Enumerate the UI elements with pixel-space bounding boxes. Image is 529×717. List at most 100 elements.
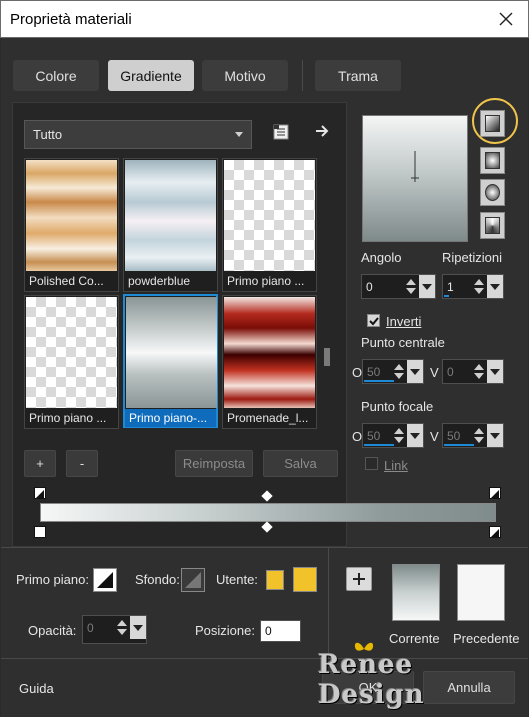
save-gradient-button[interactable]: Salva (263, 450, 338, 477)
category-value: Tutto (33, 127, 63, 142)
tab-motivo[interactable]: Motivo (202, 60, 288, 91)
center-o-label: O (352, 365, 363, 380)
spinner-arrows-icon[interactable] (473, 277, 485, 296)
dropdown-arrow-icon[interactable] (487, 360, 503, 383)
tab-colore[interactable]: Colore (13, 60, 99, 91)
user-label: Utente: (216, 572, 258, 587)
rectangular-gradient-style-icon[interactable] (480, 147, 505, 174)
gradient-thumb[interactable]: Primo piano ... (222, 158, 317, 292)
selection-highlight (472, 98, 518, 144)
opacity-input[interactable]: 0 (82, 615, 147, 644)
gradient-thumb-label: Promenade_l... (227, 411, 309, 425)
spinner-arrows-icon[interactable] (473, 426, 485, 445)
watermark-logo: Renee Design (318, 650, 425, 710)
angle-input[interactable]: 0 (361, 274, 436, 299)
gradient-swatch (125, 160, 216, 271)
fg-stop-icon (36, 490, 44, 498)
spinner-arrows-icon[interactable] (116, 618, 128, 637)
add-gradient-button[interactable]: + (24, 450, 56, 477)
top-left-stop-marker[interactable] (34, 487, 46, 499)
close-icon[interactable] (492, 5, 520, 33)
fg-triangle-icon (97, 572, 113, 588)
center-h-level-bar (364, 380, 394, 382)
scrollbar-thumb[interactable] (324, 348, 330, 366)
link-checkbox[interactable] (365, 457, 378, 470)
user-color-swatch[interactable] (293, 567, 317, 592)
gradient-preview[interactable] (362, 115, 468, 242)
dropdown-arrow-icon[interactable] (487, 275, 503, 298)
tab-divider (302, 60, 303, 91)
invert-label[interactable]: Inverti (386, 314, 421, 329)
position-input[interactable]: 0 (260, 620, 301, 642)
gradient-thumb-label: powderblue (128, 274, 191, 288)
gradient-swatch (126, 297, 217, 408)
foreground-label: Primo piano: (16, 572, 89, 587)
gradient-thumb[interactable]: Promenade_l... (222, 295, 317, 429)
focal-v-label: V (430, 429, 439, 444)
foreground-swatch[interactable] (93, 568, 117, 592)
bottom-right-stop-marker[interactable] (489, 526, 501, 538)
dropdown-arrow-icon[interactable] (130, 616, 146, 639)
top-right-stop-marker[interactable] (489, 487, 501, 499)
help-link[interactable]: Guida (19, 681, 54, 696)
gradient-editor-bar[interactable] (40, 503, 496, 522)
sunburst-gradient-style-icon[interactable] (480, 212, 505, 239)
spinner-arrows-icon[interactable] (405, 277, 417, 296)
angle-value: 0 (366, 280, 373, 294)
footer-divider (1, 547, 528, 548)
previous-gradient-swatch[interactable] (457, 564, 505, 621)
angle-label: Angolo (361, 250, 402, 265)
center-v-input[interactable]: 0 (442, 359, 504, 384)
arrow-right-icon[interactable] (314, 123, 330, 139)
center-point-label: Punto centrale (361, 335, 445, 350)
background-swatch[interactable] (181, 568, 205, 592)
repeats-level-bar (444, 295, 449, 297)
center-v-value: 0 (447, 365, 454, 379)
radial-gradient-swatch (485, 184, 500, 201)
repeats-input[interactable]: 1 (442, 274, 504, 299)
invert-checkbox[interactable] (367, 314, 380, 327)
dropdown-arrow-icon[interactable] (487, 424, 503, 447)
add-swatch-button[interactable] (346, 567, 372, 591)
gradient-thumb[interactable]: powderblue (123, 158, 218, 292)
focal-point-label: Punto focale (361, 399, 434, 414)
focal-h-input[interactable]: 50 (362, 423, 424, 448)
spinner-arrows-icon[interactable] (473, 362, 485, 381)
focal-h-value: 50 (367, 429, 381, 443)
focal-o-label: O (352, 429, 363, 444)
tab-gradiente[interactable]: Gradiente (108, 60, 194, 91)
library-scrollbar[interactable] (322, 160, 332, 428)
opacity-label: Opacità: (28, 623, 77, 638)
remove-gradient-button[interactable]: - (66, 450, 98, 477)
user-color-swatch-small[interactable] (266, 570, 284, 590)
category-dropdown[interactable]: Tutto (24, 120, 252, 149)
rect-gradient-swatch (485, 152, 500, 169)
center-h-input[interactable]: 50 (362, 359, 424, 384)
repeats-value: 1 (447, 280, 454, 294)
gradient-thumb[interactable]: Polished Co... (24, 158, 119, 292)
butterfly-icon (352, 640, 376, 658)
previous-label: Precedente (453, 631, 520, 646)
gradient-thumb-selected[interactable]: Primo piano-... (123, 294, 218, 428)
gradient-thumb-label: Polished Co... (29, 274, 104, 288)
current-gradient-swatch[interactable] (392, 564, 440, 621)
gradient-swatch (26, 297, 117, 408)
repeats-label: Ripetizioni (442, 250, 502, 265)
gradient-thumb-label: Primo piano ... (29, 411, 107, 425)
spinner-arrows-icon[interactable] (393, 426, 405, 445)
reset-button[interactable]: Reimposta (175, 450, 253, 477)
dropdown-arrow-icon[interactable] (407, 360, 423, 383)
spinner-arrows-icon[interactable] (393, 362, 405, 381)
link-label[interactable]: Link (384, 458, 408, 473)
radial-gradient-style-icon[interactable] (480, 179, 505, 206)
gradient-thumb[interactable]: Primo piano ... (24, 295, 119, 429)
focal-v-input[interactable]: 50 (442, 423, 504, 448)
dropdown-arrow-icon[interactable] (419, 275, 435, 298)
tab-trama[interactable]: Trama (315, 60, 401, 91)
title-bar: Proprietà materiali (0, 0, 529, 38)
bottom-left-stop-marker[interactable] (34, 526, 46, 538)
chevron-down-icon (235, 132, 243, 137)
focal-v-value: 50 (447, 429, 461, 443)
dropdown-arrow-icon[interactable] (407, 424, 423, 447)
library-menu-icon[interactable] (272, 123, 290, 141)
